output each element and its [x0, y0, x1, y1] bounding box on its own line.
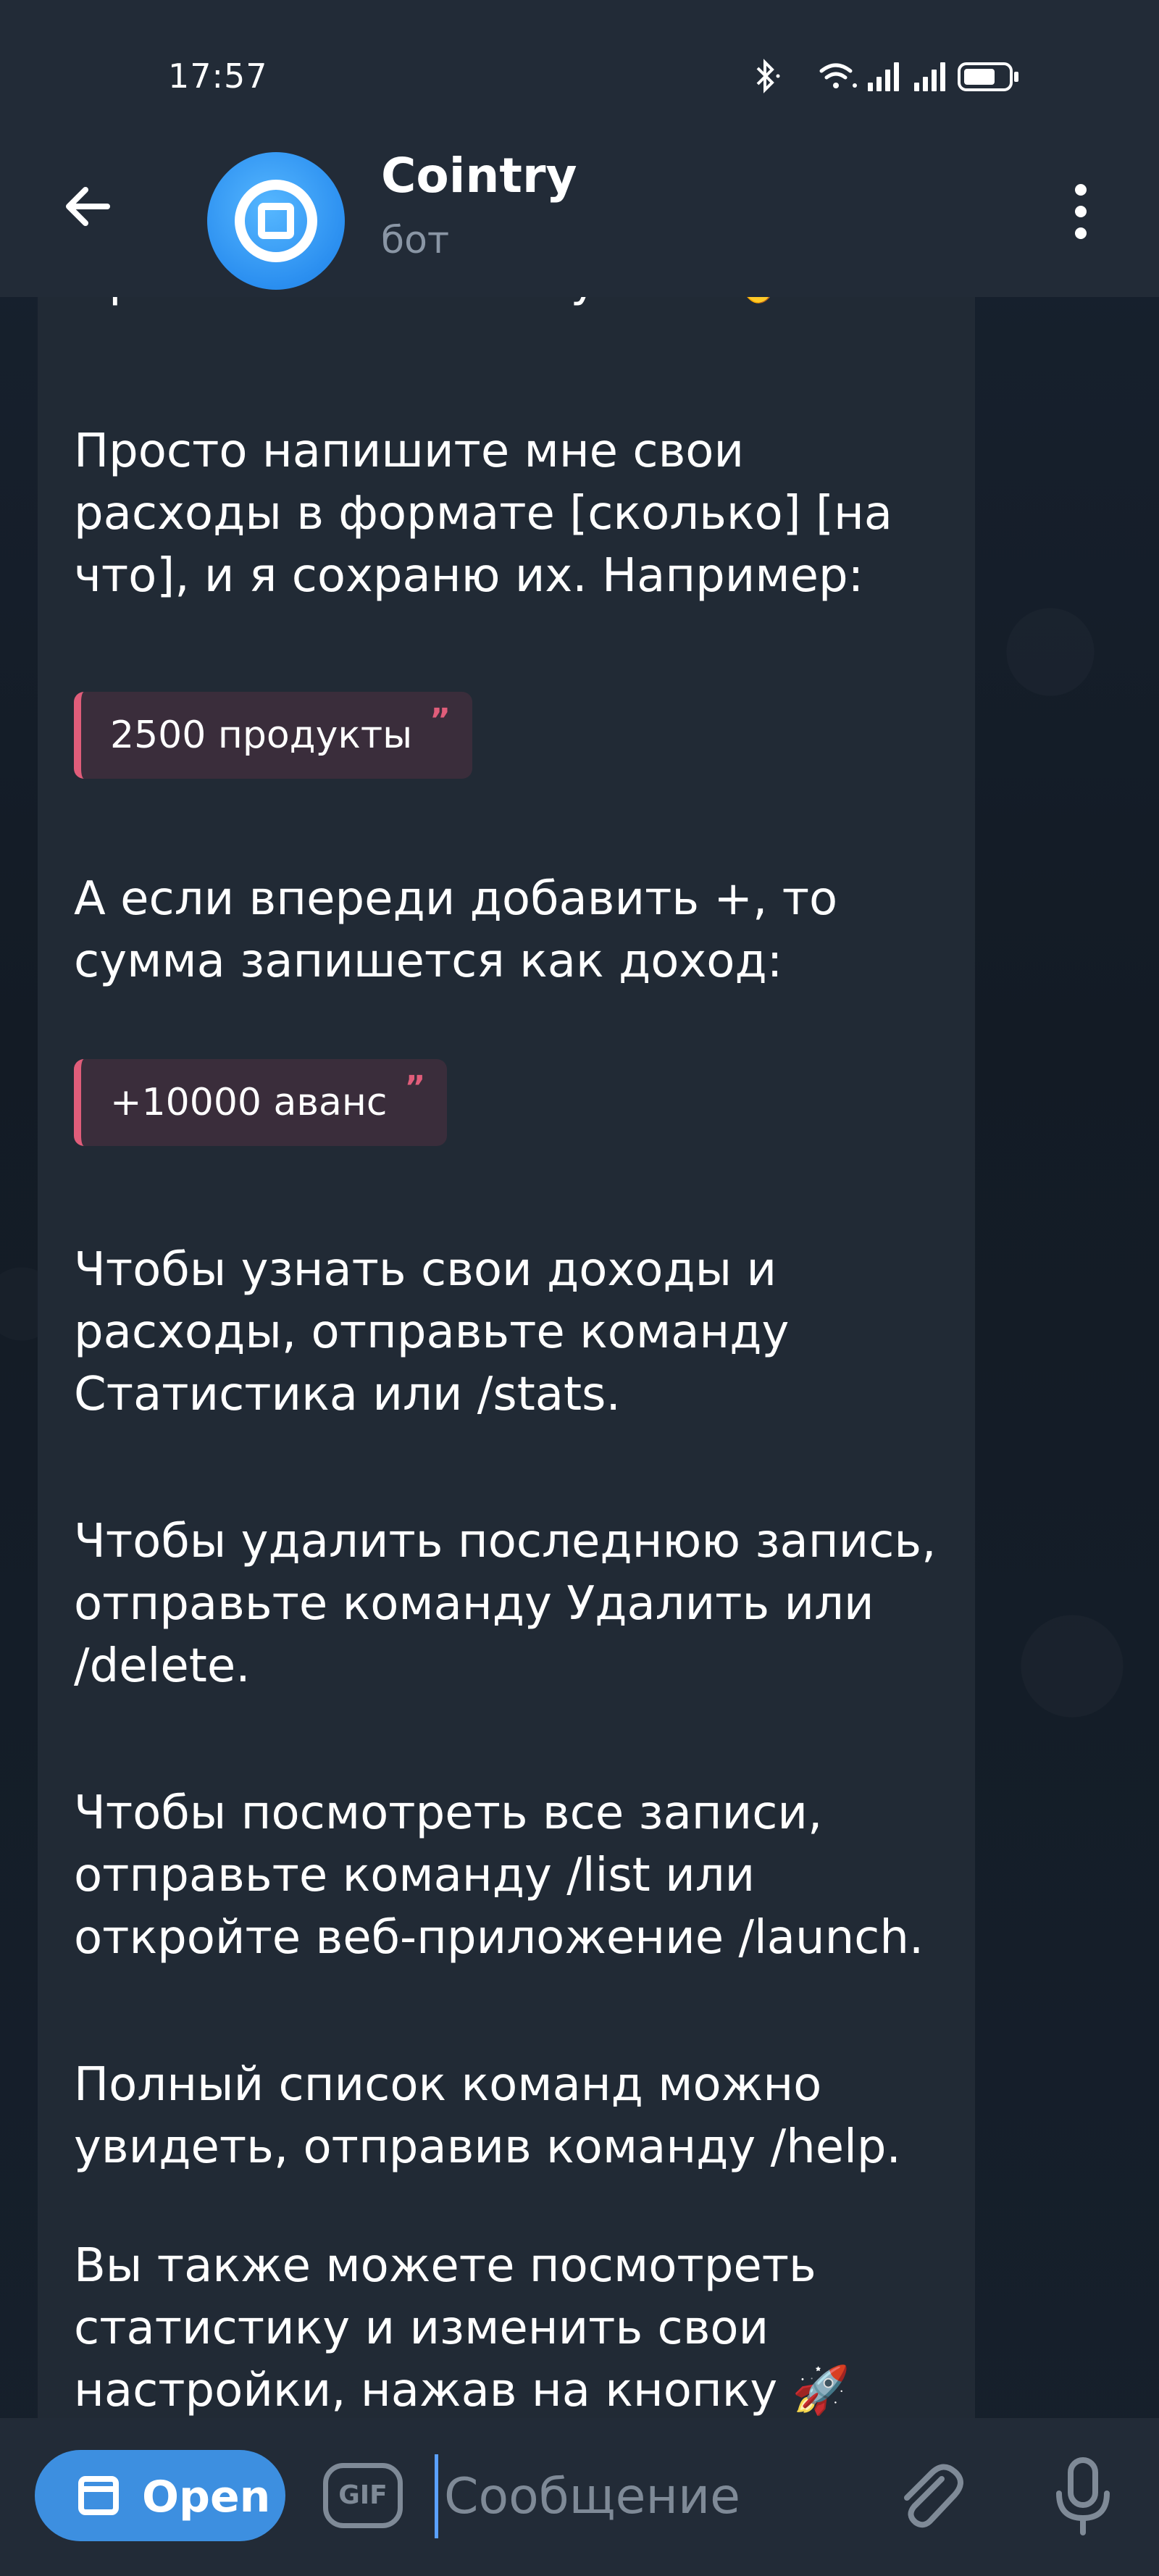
avatar[interactable] [207, 152, 345, 290]
status-bar: 17:57 [0, 0, 1159, 152]
input-bar: Open GIF [0, 2418, 1159, 2576]
example-expense-quote: 2500 продукты ” [74, 692, 473, 779]
quote-mark-icon: ” [430, 702, 451, 739]
message-intro: Просто напишите мне свои расходы в форма… [74, 425, 892, 603]
example-expense-text: 2500 продукты [110, 714, 413, 757]
status-icons [756, 59, 1018, 93]
signal-icon-2 [914, 62, 945, 91]
more-vertical-icon[interactable] [1059, 175, 1102, 248]
message-bubble: Привет! Я бот Cointry Bot! 👋 Просто напи… [38, 275, 975, 2420]
avatar-inner-square [258, 203, 294, 239]
signal-icon-1 [868, 62, 899, 91]
message-settings-hint: Вы также можете посмотреть статистику и … [74, 2239, 850, 2417]
microphone-icon[interactable] [1043, 2453, 1123, 2540]
open-button-label: Open [142, 2472, 271, 2522]
chat-header: Cointry бот [0, 130, 1159, 297]
message-delete-hint: Чтобы удалить последнюю запись, отправьт… [74, 1515, 937, 1693]
chat-title[interactable]: Cointry [381, 148, 577, 204]
message-list-hint: Чтобы посмотреть все записи, отправьте к… [74, 1786, 924, 1965]
app-window-icon [78, 2476, 119, 2515]
example-income-text: +10000 аванс [110, 1081, 388, 1124]
battery-icon [958, 62, 1018, 91]
message-stats-hint: Чтобы узнать свои доходы и расходы, отпр… [74, 1243, 790, 1421]
bluetooth-icon [756, 59, 780, 93]
status-time: 17:57 [168, 57, 268, 96]
paperclip-icon[interactable] [885, 2453, 972, 2540]
message-input[interactable] [435, 2454, 869, 2538]
arrow-left-icon[interactable] [57, 174, 122, 239]
open-button[interactable]: Open [35, 2450, 285, 2541]
quote-mark-icon: ” [404, 1069, 426, 1106]
example-income-quote: +10000 аванс ” [74, 1059, 448, 1146]
chat-subtitle: бот [381, 219, 450, 262]
gif-button[interactable]: GIF [323, 2463, 403, 2528]
message-income-hint: А если впереди добавить +, то сумма запи… [74, 872, 838, 988]
message-help-hint: Полный список команд можно увидеть, отпр… [74, 2058, 901, 2174]
wifi-icon [819, 63, 857, 88]
